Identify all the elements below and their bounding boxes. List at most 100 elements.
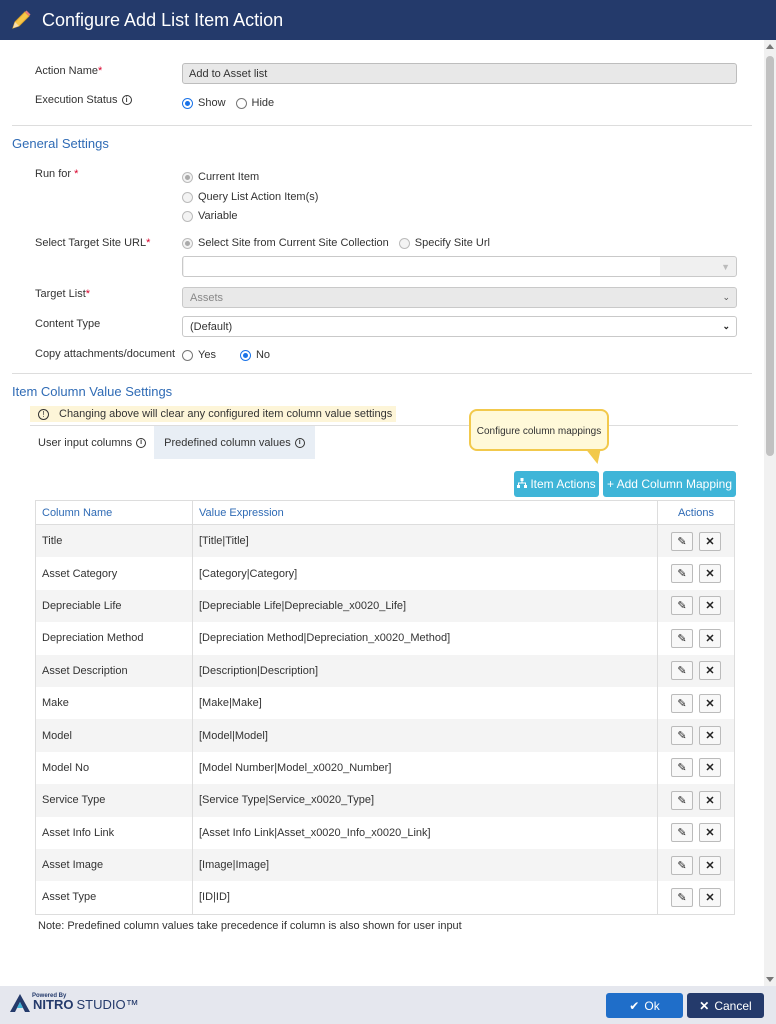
delete-icon[interactable]: ✕ xyxy=(699,758,721,778)
edit-icon[interactable]: ✎ xyxy=(671,628,693,648)
column-header: Value Expression xyxy=(193,501,658,524)
tab-user-input-columns[interactable]: User input columns i xyxy=(30,426,154,459)
edit-icon[interactable]: ✎ xyxy=(671,661,693,681)
value-expression-cell: [Depreciation Method|Depreciation_x0020_… xyxy=(193,622,658,655)
content-type-label: Content Type xyxy=(35,318,101,330)
info-icon[interactable]: i xyxy=(294,437,305,448)
delete-icon[interactable]: ✕ xyxy=(699,887,721,907)
dialog-header: Configure Add List Item Action xyxy=(0,0,776,40)
divider xyxy=(12,373,752,374)
execution-status-radios: Show Hide xyxy=(182,97,284,109)
site-collection-select[interactable]: ▼ xyxy=(182,256,737,277)
column-name-cell: Asset Image xyxy=(36,848,193,882)
value-expression-cell: [Model Number|Model_x0020_Number] xyxy=(193,751,658,785)
execution-status-label: Execution Status i xyxy=(35,94,132,106)
actions-cell: ✎ ✕ xyxy=(658,525,734,557)
table-row: Title [Title|Title] ✎ ✕ xyxy=(36,525,734,558)
edit-icon[interactable]: ✎ xyxy=(671,790,693,810)
execution-show-radio[interactable]: Show xyxy=(182,97,226,109)
table-row: Service Type [Service Type|Service_x0020_… xyxy=(36,784,734,817)
nitro-studio-logo: Powered By NITRO STUDIO™ xyxy=(10,993,139,1012)
edit-icon[interactable]: ✎ xyxy=(671,564,693,584)
value-expression-cell: [Asset Info Link|Asset_x0020_Info_x0020_… xyxy=(193,816,658,849)
value-expression-cell: [Service Type|Service_x0020_Type] xyxy=(193,784,658,817)
info-icon[interactable]: i xyxy=(121,95,132,105)
actions-cell: ✎ ✕ xyxy=(658,849,734,881)
ok-button[interactable]: ✔ Ok xyxy=(606,993,683,1018)
value-expression-cell: [Make|Make] xyxy=(193,686,658,720)
dialog-content: Action Name* Add to Asset list Execution… xyxy=(0,40,762,986)
tab-predefined-column-values[interactable]: Predefined column values i xyxy=(154,426,315,459)
column-mapping-tooltip: Configure column mappings xyxy=(469,409,609,451)
column-name-cell: Depreciation Method xyxy=(36,622,193,655)
run-for-current-radio[interactable]: Current Item xyxy=(182,171,269,183)
column-name-cell: Make xyxy=(36,686,193,720)
site-current-collection-radio[interactable]: Select Site from Current Site Collection xyxy=(182,237,389,249)
table-row: Depreciable Life [Depreciable Life|Deprec… xyxy=(36,589,734,623)
delete-icon[interactable]: ✕ xyxy=(699,790,721,810)
edit-icon[interactable]: ✎ xyxy=(671,758,693,778)
scroll-up-icon[interactable] xyxy=(766,44,774,49)
run-for-query-radio[interactable]: Query List Action Item(s) xyxy=(182,191,328,203)
delete-icon[interactable]: ✕ xyxy=(699,531,721,551)
close-icon: ✕ xyxy=(699,998,710,1013)
value-expression-cell: [Category|Category] xyxy=(193,557,658,590)
execution-hide-radio[interactable]: Hide xyxy=(235,97,274,109)
delete-icon[interactable]: ✕ xyxy=(699,855,721,875)
delete-icon[interactable]: ✕ xyxy=(699,628,721,648)
target-site-radios: Select Site from Current Site Collection… xyxy=(182,237,500,249)
item-actions-button[interactable]: Item Actions xyxy=(514,471,599,497)
info-icon[interactable]: i xyxy=(136,437,147,448)
delete-icon[interactable]: ✕ xyxy=(699,564,721,584)
actions-cell: ✎ ✕ xyxy=(658,655,734,687)
delete-icon[interactable]: ✕ xyxy=(699,596,721,616)
edit-icon[interactable]: ✎ xyxy=(671,693,693,713)
column-name-cell: Asset Type xyxy=(36,881,193,914)
delete-icon[interactable]: ✕ xyxy=(699,726,721,746)
add-column-mapping-button[interactable]: + Add Column Mapping xyxy=(603,471,736,497)
column-mapping-table: Column Name Value Expression Actions Tit… xyxy=(35,500,735,915)
actions-cell: ✎ ✕ xyxy=(658,752,734,784)
nitro-logo-icon xyxy=(10,994,30,1012)
warning-icon: ! xyxy=(38,408,49,420)
action-name-input[interactable]: Add to Asset list xyxy=(182,63,737,84)
actions-cell: ✎ ✕ xyxy=(658,557,734,589)
edit-icon[interactable]: ✎ xyxy=(671,823,693,843)
actions-cell: ✎ ✕ xyxy=(658,590,734,622)
delete-icon[interactable]: ✕ xyxy=(699,693,721,713)
edit-icon[interactable]: ✎ xyxy=(671,596,693,616)
actions-cell: ✎ ✕ xyxy=(658,719,734,751)
actions-cell: ✎ ✕ xyxy=(658,784,734,816)
action-name-label: Action Name* xyxy=(35,65,103,77)
dialog-footer: Powered By NITRO STUDIO™ ✔ Ok ✕ Cancel xyxy=(0,986,776,1024)
actions-cell: ✎ ✕ xyxy=(658,687,734,719)
table-header: Column Name Value Expression Actions xyxy=(36,501,734,525)
edit-icon[interactable]: ✎ xyxy=(671,855,693,875)
target-site-label: Select Target Site URL* xyxy=(35,237,151,249)
content-type-select[interactable]: (Default) ⌄ xyxy=(182,316,737,337)
pencil-icon xyxy=(8,7,34,33)
delete-icon[interactable]: ✕ xyxy=(699,823,721,843)
edit-icon[interactable]: ✎ xyxy=(671,531,693,551)
value-expression-cell: [Image|Image] xyxy=(193,848,658,882)
edit-icon[interactable]: ✎ xyxy=(671,726,693,746)
divider xyxy=(12,125,752,126)
chevron-down-icon: ⌄ xyxy=(722,321,730,331)
target-list-select[interactable]: Assets ⌄ xyxy=(182,287,737,308)
copy-yes-radio[interactable]: Yes xyxy=(182,349,216,361)
delete-icon[interactable]: ✕ xyxy=(699,661,721,681)
scroll-down-icon[interactable] xyxy=(766,977,774,982)
scrollbar[interactable] xyxy=(764,40,776,986)
site-specify-url-radio[interactable]: Specify Site Url xyxy=(398,237,490,249)
column-header: Column Name xyxy=(36,501,193,524)
edit-icon[interactable]: ✎ xyxy=(671,887,693,907)
actions-cell: ✎ ✕ xyxy=(658,881,734,913)
run-for-variable-radio[interactable]: Variable xyxy=(182,210,248,222)
check-icon: ✔ xyxy=(629,998,640,1013)
copy-no-radio[interactable]: No xyxy=(239,349,270,361)
copy-attachments-radios: Yes No xyxy=(182,349,280,361)
cancel-button[interactable]: ✕ Cancel xyxy=(687,993,764,1018)
scrollbar-thumb[interactable] xyxy=(766,56,774,456)
table-row: Asset Description [Description|Descriptio… xyxy=(36,654,734,687)
value-expression-cell: [Title|Title] xyxy=(193,525,658,558)
